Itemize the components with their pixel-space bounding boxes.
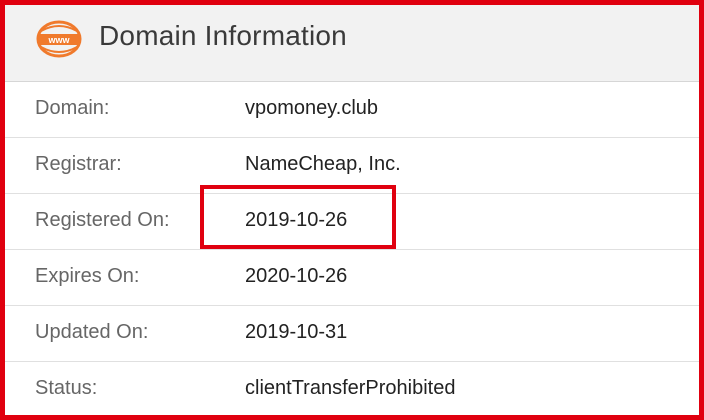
row-expires-on: Expires On: 2020-10-26 — [5, 250, 699, 306]
row-status: Status: clientTransferProhibited — [5, 362, 699, 415]
row-value: clientTransferProhibited — [245, 377, 456, 399]
www-icon: www — [36, 20, 82, 58]
panel-header: www Domain Information — [5, 5, 699, 82]
row-label: Updated On: — [35, 321, 149, 343]
row-label: Expires On: — [35, 265, 140, 287]
row-label: Registrar: — [35, 153, 122, 175]
highlight-box-registered-date — [200, 185, 396, 249]
row-value: 2020-10-26 — [245, 265, 348, 287]
row-domain: Domain: vpomoney.club — [5, 82, 699, 138]
row-updated-on: Updated On: 2019-10-31 — [5, 306, 699, 362]
row-label: Domain: — [35, 97, 110, 119]
row-value: 2019-10-31 — [245, 321, 348, 343]
row-value: vpomoney.club — [245, 97, 379, 119]
panel-title: Domain Information — [99, 20, 347, 51]
row-value: NameCheap, Inc. — [245, 153, 401, 175]
svg-text:www: www — [47, 35, 70, 45]
row-label: Status: — [35, 377, 98, 399]
row-label: Registered On: — [35, 209, 170, 231]
